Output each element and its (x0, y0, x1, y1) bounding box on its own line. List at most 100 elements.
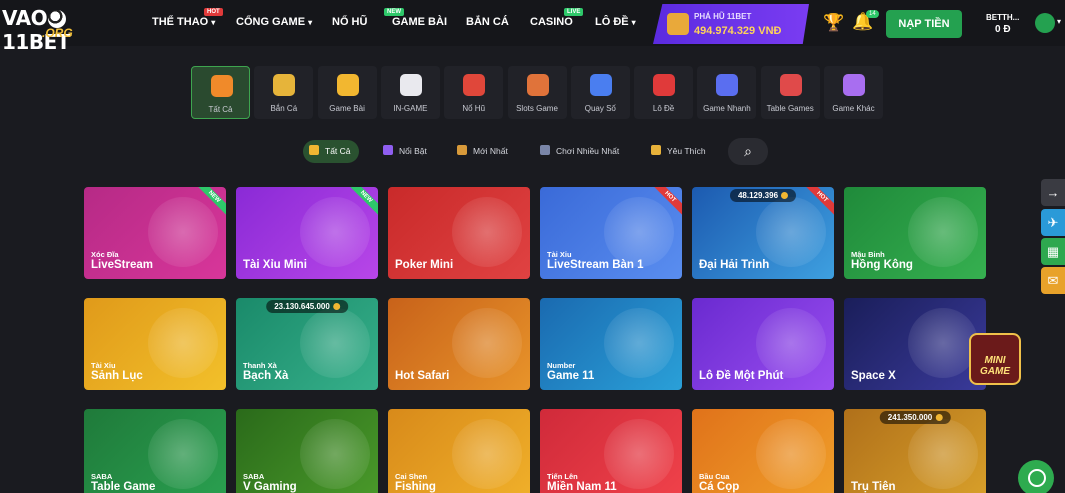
game-card[interactable]: Number Game 11 (540, 298, 682, 390)
nav-item-label: THỂ THAO (152, 16, 209, 28)
filter-chip[interactable]: Nổi Bật (377, 140, 435, 163)
game-card[interactable]: Tài Xỉu Mini NEW (236, 187, 378, 279)
category-tab[interactable]: Tất Cả (191, 66, 250, 119)
game-title: Cá Cọp (699, 481, 740, 493)
nav-item[interactable]: BẮN CÁ (466, 16, 509, 28)
site-logo[interactable]: VAO11BET .ORG (2, 4, 124, 54)
nav-item[interactable]: THỂ THAO ▾ (152, 16, 215, 28)
category-tab[interactable]: Lô Đề (634, 66, 694, 119)
slot-icon (526, 74, 549, 96)
game-subtitle: Mậu Binh (851, 250, 885, 259)
game-card[interactable]: Đại Hải Trình HOT 48.129.396 (692, 187, 834, 279)
user-name: BETTH... (986, 13, 1020, 22)
notification-count: 14 (866, 10, 879, 18)
game-subtitle: Thanh Xà (243, 361, 277, 370)
game-subtitle: SABA (91, 472, 113, 481)
nav-item[interactable]: GAME BÀI (392, 16, 447, 28)
game-artwork (908, 197, 978, 267)
ticket-icon[interactable]: ▦ (1041, 238, 1065, 265)
jackpot-banner[interactable]: PHÁ HŨ 11BET 494.974.329 VNĐ (653, 4, 809, 44)
logo-domain: .ORG (42, 26, 73, 40)
category-tab[interactable]: Table Games (760, 66, 820, 119)
game-artwork (604, 419, 674, 489)
category-tab[interactable]: Slots Game (507, 66, 567, 119)
category-label: Table Games (766, 104, 814, 113)
game-artwork (756, 308, 826, 378)
nav-item[interactable]: NỔ HŨ (332, 16, 367, 28)
category-tab[interactable]: Game Khác (824, 66, 883, 119)
game-card[interactable]: Tài Xỉu LiveStream Bàn 1 HOT (540, 187, 682, 279)
game-card[interactable]: Hot Safari (388, 298, 530, 390)
game-title: Trụ Tiên (851, 481, 896, 493)
game-card[interactable]: Mậu Binh Hồng Kông (844, 187, 986, 279)
game-card[interactable]: Poker Mini (388, 187, 530, 279)
chat-icon[interactable] (1018, 460, 1054, 493)
game-jackpot: 241.350.000 (879, 411, 951, 424)
game-title: LiveStream (91, 259, 154, 271)
telegram-icon[interactable]: ✈ (1041, 209, 1065, 236)
game-card[interactable]: Cai Shen Fishing (388, 409, 530, 493)
chevron-down-icon[interactable]: ▾ (1057, 17, 1061, 26)
game-card[interactable]: SABA Table Game (84, 409, 226, 493)
nav-badge: NEW (384, 8, 404, 16)
filter-chip[interactable]: Chơi Nhiều Nhất (534, 140, 627, 163)
chevron-down-icon: ▾ (308, 18, 313, 27)
search-button[interactable]: ⌕ (728, 138, 768, 165)
game-artwork (300, 419, 370, 489)
filter-label: Nổi Bật (399, 146, 427, 156)
category-tab[interactable]: Nổ Hũ (444, 66, 504, 119)
trophy-icon[interactable]: 🏆 (823, 13, 845, 33)
avatar[interactable] (1035, 13, 1055, 33)
game-card[interactable]: SABA V Gaming (236, 409, 378, 493)
game-card[interactable]: Lô Đề Một Phút (692, 298, 834, 390)
game-artwork (148, 308, 218, 378)
nav-item[interactable]: CỔNG GAME ▾ (236, 16, 312, 28)
search-icon: ⌕ (744, 143, 752, 159)
game-card[interactable]: Tài Xỉu Sảnh Lục (84, 298, 226, 390)
game-card[interactable]: Trụ Tiên 241.350.000 (844, 409, 986, 493)
game-subtitle: Bầu Cua (699, 472, 730, 481)
nav-item-label: BẮN CÁ (466, 16, 509, 28)
game-jackpot-value: 48.129.396 (737, 191, 779, 200)
user-balance: 0 Đ (995, 24, 1011, 35)
filter-label: Yêu Thích (667, 146, 706, 156)
deposit-button[interactable]: NẠP TIỀN (886, 10, 962, 38)
game-card[interactable]: Tiến Lên Miền Nam 11 (540, 409, 682, 493)
mini-game-label: MINI GAME (980, 355, 1010, 377)
mail-icon[interactable]: ✉ (1041, 267, 1065, 294)
game-title: Tài Xỉu Mini (243, 259, 307, 271)
nav-item[interactable]: LÔ ĐỀ ▾ (595, 16, 636, 28)
game-card[interactable]: Xóc Đĩa LiveStream NEW (84, 187, 226, 279)
filter-chip[interactable]: Yêu Thích (645, 140, 714, 163)
coin-icon (935, 414, 943, 421)
filter-bar: ⌕ Tất Cả Nổi Bật Mới Nhất Chơi Nhiều Nhất Yê… (300, 138, 768, 165)
coin-icon (332, 303, 340, 310)
category-label: Tất Cả (208, 105, 233, 114)
grid-icon (211, 75, 233, 97)
game-artwork (908, 419, 978, 489)
controller-icon (843, 74, 865, 96)
game-artwork (148, 419, 218, 489)
game-artwork (756, 419, 826, 489)
dice-icon (399, 74, 422, 96)
category-tab[interactable]: Quay Số (570, 66, 630, 119)
filter-chip[interactable]: Mới Nhất (451, 140, 516, 163)
game-artwork (908, 308, 978, 378)
category-tab[interactable]: Game Nhanh (697, 66, 757, 119)
filter-chip[interactable]: Tất Cả (303, 140, 359, 163)
category-tab[interactable]: Bắn Cá (254, 66, 314, 119)
game-card[interactable]: Space X (844, 298, 986, 390)
game-artwork (756, 197, 826, 267)
category-tab[interactable]: IN-GAME (380, 66, 440, 119)
game-title: Miền Nam 11 (547, 481, 617, 493)
balls-icon (589, 74, 612, 96)
nav-item[interactable]: CASINO (530, 16, 573, 28)
category-tab[interactable]: Game Bài (317, 66, 377, 119)
game-card[interactable]: Bầu Cua Cá Cọp (692, 409, 834, 493)
game-subtitle: Tài Xỉu (91, 361, 116, 370)
game-title: Đại Hải Trình (699, 259, 770, 271)
game-title: Hot Safari (395, 370, 450, 382)
game-card[interactable]: Thanh Xà Bạch Xà 23.130.645.000 (236, 298, 378, 390)
nav-item-label: CỔNG GAME (236, 16, 306, 28)
arrow-right-icon[interactable]: → (1041, 179, 1065, 206)
